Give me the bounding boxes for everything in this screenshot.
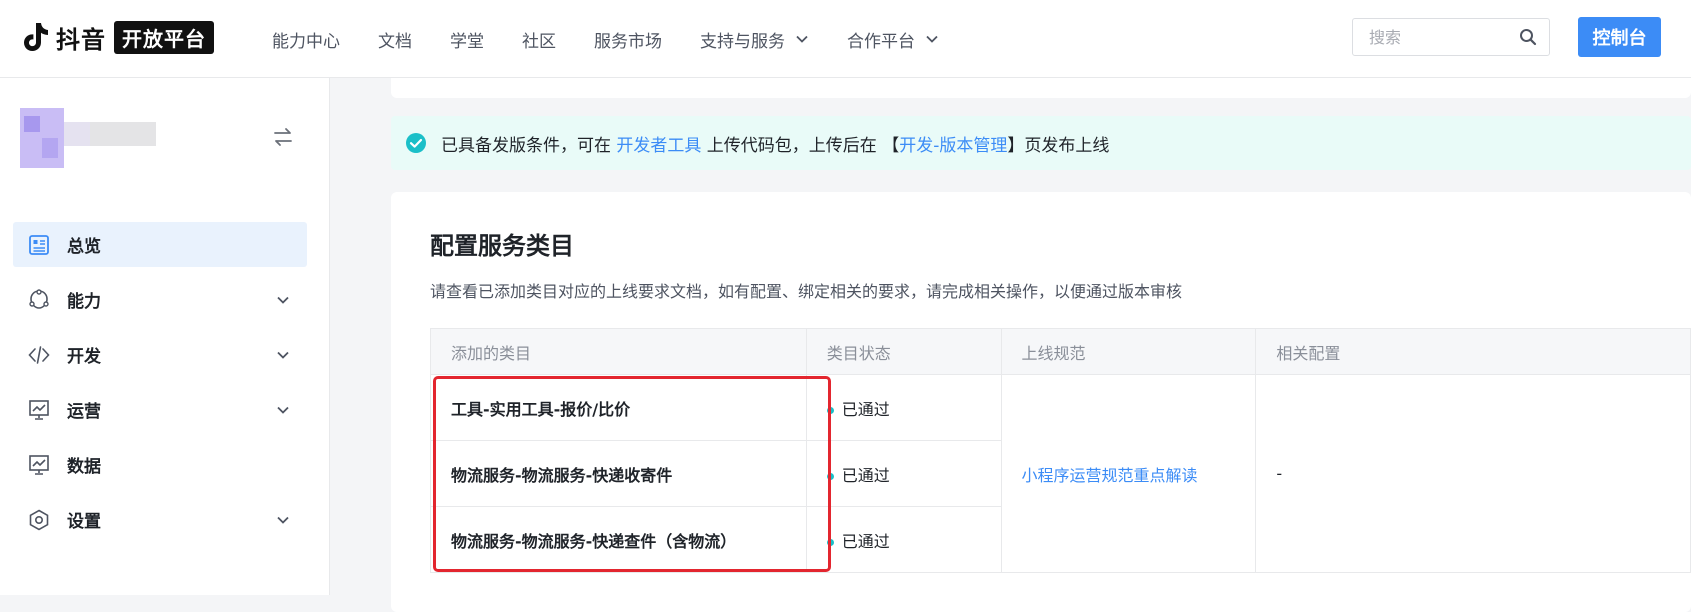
status-cell: 已通过 [805, 374, 1002, 441]
search-box [1352, 18, 1550, 56]
version-management-link[interactable]: 开发-版本管理 [899, 136, 1007, 156]
status-dot [826, 538, 834, 546]
douyin-note-icon [24, 23, 48, 51]
chevron-down-icon [277, 296, 289, 304]
sidebar-item-label: 数据 [67, 457, 101, 477]
column-header: 相关配置 [1255, 328, 1691, 375]
capability-icon [29, 288, 49, 309]
check-circle-icon [406, 133, 426, 153]
dashboard-icon [29, 234, 49, 255]
main-content: 已具备发版条件，可在 开发者工具 上传代码包，上传后在 【开发-版本管理】页发布… [330, 78, 1691, 612]
platform-badge: 开放平台 [114, 20, 214, 54]
chevron-down-icon [926, 35, 938, 43]
card-subtitle: 请查看已添加类目对应的上线要求文档，如有配置、绑定相关的要求，请完成相关操作，以… [430, 282, 1183, 301]
previous-card-edge [391, 78, 1691, 98]
sidebar-item-develop[interactable]: 开发 [13, 332, 307, 377]
sidebar-menu: 总览 能力 开发 运营 数据 设置 [13, 222, 307, 552]
chevron-down-icon [277, 351, 289, 359]
column-header: 类目状态 [805, 328, 1002, 375]
sidebar: 总览 能力 开发 运营 数据 设置 [0, 78, 330, 595]
sidebar-item-overview[interactable]: 总览 [13, 222, 307, 267]
column-header: 添加的类目 [430, 328, 807, 375]
nav-item-support[interactable]: 支持与服务 [700, 27, 809, 52]
search-icon[interactable] [1519, 28, 1537, 46]
nav-item-academy[interactable]: 学堂 [450, 27, 484, 52]
douyin-open-platform-logo[interactable]: 抖音 开放平台 [20, 20, 214, 54]
config-cell: - [1255, 374, 1691, 573]
nav-item-service-market[interactable]: 服务市场 [594, 27, 662, 52]
brand-name: 抖音 [56, 25, 106, 54]
status-dot [826, 406, 834, 414]
nav-item-community[interactable]: 社区 [522, 27, 556, 52]
chevron-down-icon [277, 406, 289, 414]
release-notice: 已具备发版条件，可在 开发者工具 上传代码包，上传后在 【开发-版本管理】页发布… [391, 116, 1691, 170]
sidebar-item-operations[interactable]: 运营 [13, 387, 307, 432]
chevron-down-icon [796, 35, 808, 43]
sidebar-item-label: 设置 [67, 512, 101, 532]
switch-app-icon[interactable] [272, 126, 294, 148]
notice-text: 已具备发版条件，可在 开发者工具 上传代码包，上传后在 【开发-版本管理】页发布… [441, 135, 1110, 156]
code-icon [28, 345, 50, 364]
sidebar-item-label: 运营 [67, 402, 101, 422]
operation-spec-link[interactable]: 小程序运营规范重点解读 [1022, 466, 1198, 485]
category-table: 添加的类目 类目状态 上线规范 相关配置 工具-实用工具-报价/比价 已通过 小… [430, 328, 1691, 573]
nav-item-partner-platform[interactable]: 合作平台 [847, 27, 939, 52]
data-chart-icon [29, 454, 49, 475]
column-header: 上线规范 [1000, 328, 1257, 375]
nav-item-capability-center[interactable]: 能力中心 [272, 27, 340, 52]
main-nav: 能力中心 文档 学堂 社区 服务市场 支持与服务 合作平台 [272, 0, 977, 78]
top-navigation-bar: 抖音 开放平台 能力中心 文档 学堂 社区 服务市场 支持与服务 合作平台 控制… [0, 0, 1691, 78]
category-cell: 物流服务-物流服务-快递查件（含物流） [430, 506, 807, 573]
settings-hexagon-icon [29, 509, 49, 530]
sidebar-item-capability[interactable]: 能力 [13, 277, 307, 322]
console-button[interactable]: 控制台 [1578, 17, 1661, 57]
chart-board-icon [29, 399, 49, 420]
chevron-down-icon [277, 516, 289, 524]
category-cell: 工具-实用工具-报价/比价 [430, 374, 807, 441]
category-cell: 物流服务-物流服务-快递收寄件 [430, 440, 807, 507]
table-header-row: 添加的类目 类目状态 上线规范 相关配置 [430, 328, 1691, 375]
service-category-card: 配置服务类目 请查看已添加类目对应的上线要求文档，如有配置、绑定相关的要求，请完… [391, 192, 1691, 612]
sidebar-item-label: 开发 [67, 347, 101, 367]
spec-cell: 小程序运营规范重点解读 [1000, 374, 1257, 573]
status-cell: 已通过 [805, 506, 1002, 573]
table-row: 工具-实用工具-报价/比价 已通过 小程序运营规范重点解读 - [430, 374, 1691, 573]
status-dot [826, 472, 834, 480]
app-avatar [20, 108, 156, 168]
card-title: 配置服务类目 [430, 232, 574, 260]
sidebar-item-data[interactable]: 数据 [13, 442, 307, 487]
sidebar-item-settings[interactable]: 设置 [13, 497, 307, 542]
nav-item-docs[interactable]: 文档 [378, 27, 412, 52]
search-input[interactable] [1367, 19, 1521, 55]
developer-tools-link[interactable]: 开发者工具 [616, 136, 701, 156]
status-cell: 已通过 [805, 440, 1002, 507]
sidebar-item-label: 能力 [67, 292, 101, 312]
sidebar-item-label: 总览 [67, 237, 101, 257]
